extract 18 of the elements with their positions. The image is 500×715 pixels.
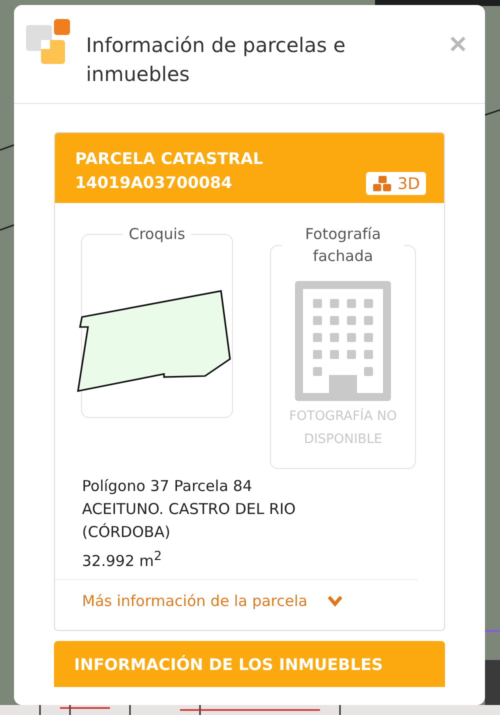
address-line: (CÓRDOBA): [82, 522, 172, 543]
cubes-icon: [372, 174, 394, 192]
address-line: 32.992 m$^{2}$: [82, 547, 163, 572]
section-heading: INFORMACIÓN DE LOS INMUEBLES: [74, 655, 383, 674]
parcel-reference: 14019A03700084: [75, 172, 234, 194]
more-info-link[interactable]: Más información de la parcela: [55, 580, 370, 630]
buildings-header[interactable]: INFORMACIÓN DE LOS INMUEBLES: [54, 641, 445, 687]
3d-view-button[interactable]: 3D: [366, 172, 426, 195]
close-icon: [449, 35, 467, 53]
dialog-title: Información de parcelas e inmuebles: [86, 32, 347, 88]
chevron-icon: [327, 595, 344, 607]
panel-label: Fotografía fachada: [304, 224, 382, 267]
building-icon: [295, 281, 391, 401]
panel-label: Croquis: [128, 224, 186, 245]
address-line: ACEITUNO. CASTRO DEL RIO: [82, 499, 297, 520]
address-line: Polígono 37 Parcela 84: [82, 476, 254, 497]
card-heading: PARCELA CATASTRAL: [75, 148, 264, 170]
logo-icon: [26, 19, 72, 65]
